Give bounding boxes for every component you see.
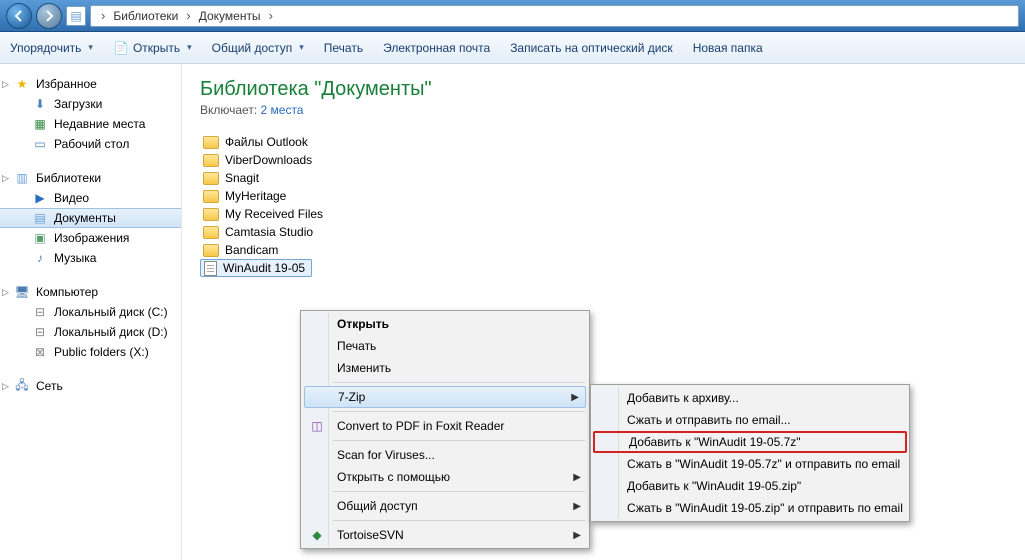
context-submenu-7zip: Добавить к архиву... Сжать и отправить п… bbox=[590, 384, 910, 522]
folder-item[interactable]: Camtasia Studio bbox=[200, 223, 1007, 241]
navigation-pane: ▷ ★ Избранное ⬇Загрузки ▦Недавние места … bbox=[0, 64, 182, 560]
ctx-convert-pdf[interactable]: ◫Convert to PDF in Foxit Reader bbox=[303, 415, 587, 437]
breadcrumb[interactable]: Документы bbox=[199, 9, 261, 23]
folder-item[interactable]: My Received Files bbox=[200, 205, 1007, 223]
document-icon: ▤ bbox=[32, 210, 48, 226]
address-icon[interactable]: ▤ bbox=[66, 6, 86, 26]
libraries-header[interactable]: ▷ ▥ Библиотеки bbox=[0, 168, 181, 188]
ctx-share[interactable]: Общий доступ▶ bbox=[303, 495, 587, 517]
library-title: Библиотека "Документы" bbox=[200, 78, 1007, 101]
folder-icon bbox=[203, 136, 219, 149]
ctx-compress-zip-email[interactable]: Сжать в "WinAudit 19-05.zip" и отправить… bbox=[593, 497, 907, 519]
breadcrumb[interactable]: Библиотеки bbox=[113, 9, 178, 23]
new-folder-button[interactable]: Новая папка bbox=[693, 41, 763, 55]
context-menu: Открыть Печать Изменить 7-Zip▶ ◫Convert … bbox=[300, 310, 590, 549]
file-icon bbox=[204, 261, 217, 276]
back-button[interactable] bbox=[6, 3, 32, 29]
network-icon: 🖧 bbox=[14, 378, 30, 394]
tortoise-icon: ◆ bbox=[309, 528, 325, 542]
file-list: Файлы Outlook ViberDownloads Snagit MyHe… bbox=[200, 133, 1007, 277]
sidebar-item-desktop[interactable]: ▭Рабочий стол bbox=[0, 134, 181, 154]
computer-header[interactable]: ▷ 🖥 Компьютер bbox=[0, 282, 181, 302]
forward-button[interactable] bbox=[36, 3, 62, 29]
music-icon: ♪ bbox=[32, 250, 48, 266]
ctx-print[interactable]: Печать bbox=[303, 335, 587, 357]
folder-item[interactable]: Bandicam bbox=[200, 241, 1007, 259]
ctx-add-7z[interactable]: Добавить к "WinAudit 19-05.7z" bbox=[593, 431, 907, 453]
folder-icon bbox=[203, 244, 219, 257]
submenu-arrow-icon: ▶ bbox=[573, 472, 581, 483]
ctx-compress-email[interactable]: Сжать и отправить по email... bbox=[593, 409, 907, 431]
image-icon: ▣ bbox=[32, 230, 48, 246]
pdf-icon: ◫ bbox=[309, 419, 325, 433]
folder-icon bbox=[203, 172, 219, 185]
ctx-tortoisesvn[interactable]: ◆TortoiseSVN▶ bbox=[303, 524, 587, 546]
download-icon: ⬇ bbox=[32, 96, 48, 112]
print-button[interactable]: Печать bbox=[324, 41, 363, 55]
includes-link[interactable]: 2 места bbox=[261, 103, 304, 117]
computer-icon: 🖥 bbox=[14, 284, 30, 300]
submenu-arrow-icon: ▶ bbox=[573, 530, 581, 541]
sidebar-item-disk-c[interactable]: ⊟Локальный диск (C:) bbox=[0, 302, 181, 322]
folder-item[interactable]: Файлы Outlook bbox=[200, 133, 1007, 151]
window-navbar: ▤ Библиотеки Документы bbox=[0, 0, 1025, 32]
star-icon: ★ bbox=[14, 76, 30, 92]
folder-icon bbox=[203, 154, 219, 167]
toolbar: Упорядочить 📄 Открыть Общий доступ Печат… bbox=[0, 32, 1025, 64]
ctx-7zip[interactable]: 7-Zip▶ bbox=[304, 386, 586, 408]
ctx-open[interactable]: Открыть bbox=[303, 313, 587, 335]
ctx-compress-7z-email[interactable]: Сжать в "WinAudit 19-05.7z" и отправить … bbox=[593, 453, 907, 475]
email-button[interactable]: Электронная почта bbox=[383, 41, 490, 55]
folder-icon bbox=[203, 226, 219, 239]
submenu-arrow-icon: ▶ bbox=[573, 501, 581, 512]
organize-button[interactable]: Упорядочить bbox=[10, 41, 93, 55]
sidebar-item-downloads[interactable]: ⬇Загрузки bbox=[0, 94, 181, 114]
address-bar[interactable]: Библиотеки Документы bbox=[90, 5, 1019, 27]
folder-item[interactable]: ViberDownloads bbox=[200, 151, 1007, 169]
ctx-edit[interactable]: Изменить bbox=[303, 357, 587, 379]
ctx-scan-viruses[interactable]: Scan for Viruses... bbox=[303, 444, 587, 466]
library-icon: ▥ bbox=[14, 170, 30, 186]
sidebar-item-music[interactable]: ♪Музыка bbox=[0, 248, 181, 268]
desktop-icon: ▭ bbox=[32, 136, 48, 152]
ctx-add-zip[interactable]: Добавить к "WinAudit 19-05.zip" bbox=[593, 475, 907, 497]
sidebar-item-recent[interactable]: ▦Недавние места bbox=[0, 114, 181, 134]
folder-icon bbox=[203, 190, 219, 203]
open-button[interactable]: 📄 Открыть bbox=[113, 40, 192, 56]
sidebar-item-public-folders[interactable]: ⊠Public folders (X:) bbox=[0, 342, 181, 362]
open-icon: 📄 bbox=[113, 40, 129, 56]
disk-icon: ⊟ bbox=[32, 324, 48, 340]
submenu-arrow-icon: ▶ bbox=[571, 392, 579, 403]
sidebar-item-disk-d[interactable]: ⊟Локальный диск (D:) bbox=[0, 322, 181, 342]
network-disk-icon: ⊠ bbox=[32, 344, 48, 360]
folder-item[interactable]: Snagit bbox=[200, 169, 1007, 187]
video-icon: ▶ bbox=[32, 190, 48, 206]
disk-icon: ⊟ bbox=[32, 304, 48, 320]
network-header[interactable]: ▷ 🖧 Сеть bbox=[0, 376, 181, 396]
library-subtitle: Включает: 2 места bbox=[200, 103, 1007, 117]
share-button[interactable]: Общий доступ bbox=[212, 41, 304, 55]
sidebar-item-videos[interactable]: ▶Видео bbox=[0, 188, 181, 208]
folder-item[interactable]: MyHeritage bbox=[200, 187, 1007, 205]
ctx-open-with[interactable]: Открыть с помощью▶ bbox=[303, 466, 587, 488]
burn-button[interactable]: Записать на оптический диск bbox=[510, 41, 673, 55]
folder-icon bbox=[203, 208, 219, 221]
sidebar-item-pictures[interactable]: ▣Изображения bbox=[0, 228, 181, 248]
favorites-header[interactable]: ▷ ★ Избранное bbox=[0, 74, 181, 94]
recent-icon: ▦ bbox=[32, 116, 48, 132]
ctx-add-to-archive[interactable]: Добавить к архиву... bbox=[593, 387, 907, 409]
sidebar-item-documents[interactable]: ▤Документы bbox=[0, 208, 181, 228]
file-item-selected[interactable]: WinAudit 19-05 bbox=[200, 259, 312, 277]
library-icon: ▤ bbox=[68, 8, 84, 24]
